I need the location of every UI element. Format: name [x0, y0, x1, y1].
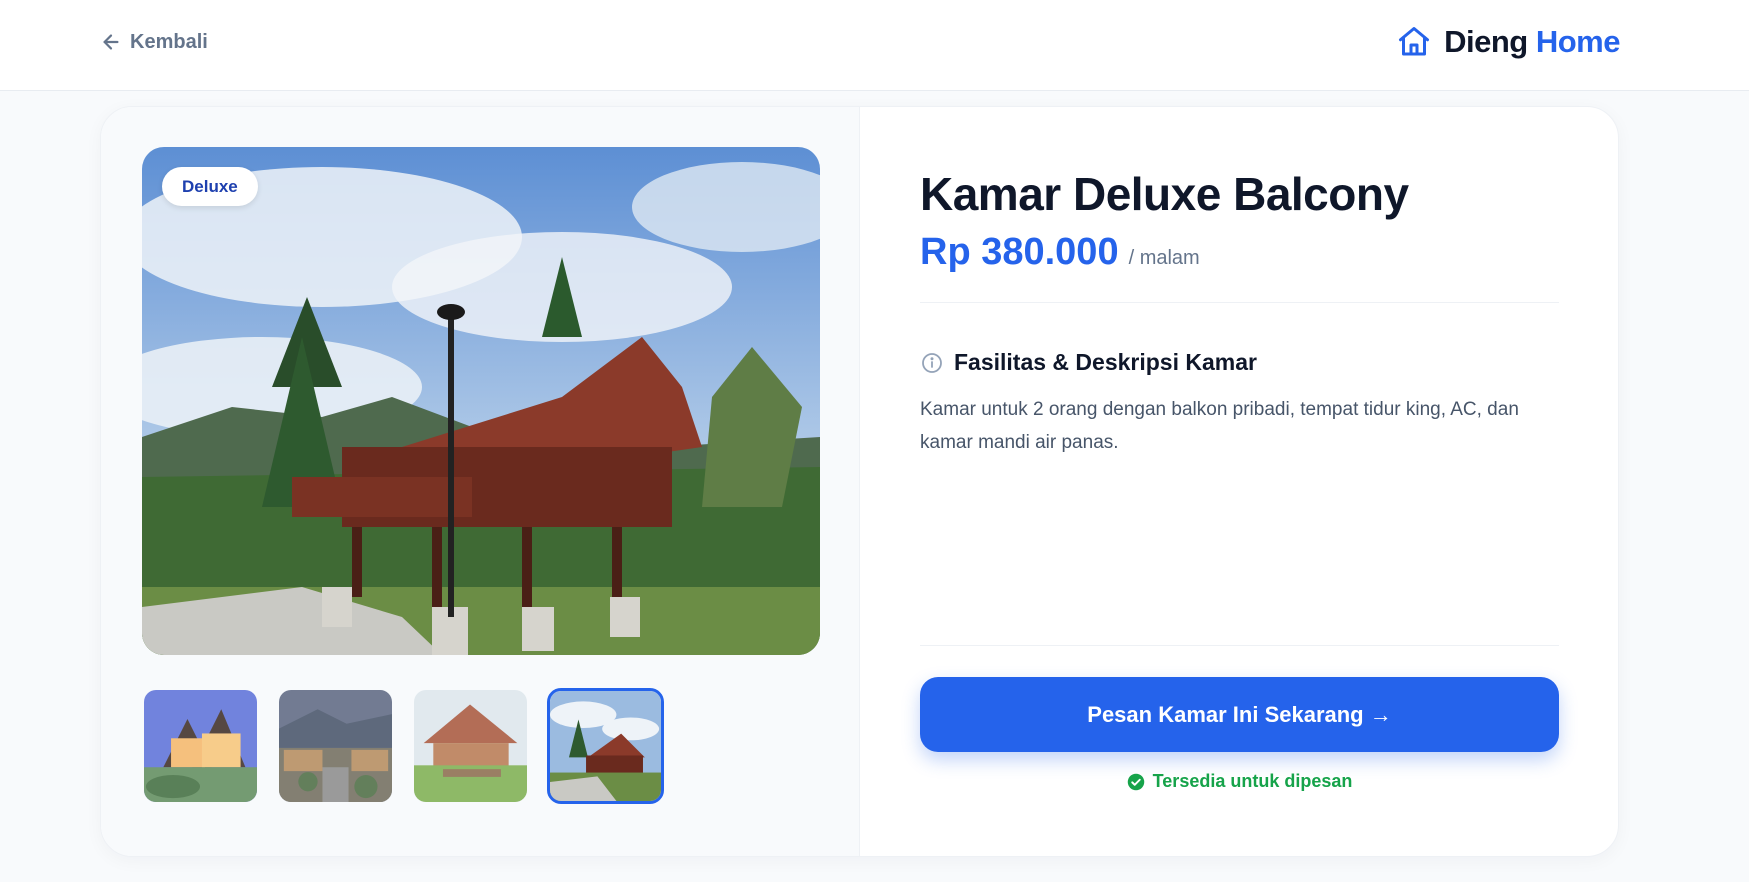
back-label: Kembali: [130, 30, 208, 53]
info-circle-icon: [922, 352, 942, 373]
thumbnail-image: [550, 691, 661, 801]
facilities-heading: Fasilitas & Deskripsi Kamar: [920, 349, 1257, 376]
room-photo-image: [142, 147, 820, 655]
thumbnail-4[interactable]: [547, 688, 664, 804]
availability-status: Tersedia untuk dipesan: [920, 771, 1559, 792]
divider: [920, 645, 1559, 646]
back-link[interactable]: Kembali: [100, 28, 208, 56]
divider: [920, 302, 1559, 303]
house-icon: [1399, 27, 1430, 56]
section-title: Fasilitas & Deskripsi Kamar: [954, 349, 1257, 375]
room-description: Kamar untuk 2 orang dengan balkon pribad…: [920, 399, 1519, 453]
room-detail-card: Deluxe Kamar Deluxe Balcony Rp 380.000 /…: [100, 106, 1619, 857]
thumbnail-image: [279, 690, 392, 802]
room-price: Rp 380.000: [920, 231, 1119, 273]
room-type-badge: Deluxe: [162, 167, 258, 206]
price-row: Rp 380.000 / malam: [920, 231, 1200, 274]
brand-name-part1: Dieng: [1444, 24, 1528, 59]
check-circle-icon: [1127, 773, 1144, 790]
brand-name-part2: Home: [1535, 24, 1621, 59]
thumbnail-3[interactable]: [412, 688, 529, 804]
room-title: Kamar Deluxe Balcony: [920, 168, 1409, 220]
price-unit: / malam: [1128, 247, 1200, 269]
thumbnail-strip: [142, 688, 664, 804]
gallery-panel: Deluxe: [101, 107, 860, 856]
details-panel: Kamar Deluxe Balcony Rp 380.000 / malam …: [860, 107, 1618, 856]
book-room-button[interactable]: Pesan Kamar Ini Sekarang →: [920, 677, 1559, 752]
thumbnail-1[interactable]: [142, 688, 259, 804]
thumbnail-2[interactable]: [277, 688, 394, 804]
brand-logo[interactable]: Dieng Home: [1396, 22, 1621, 62]
thumbnail-image: [414, 690, 527, 802]
main-room-photo: Deluxe: [142, 147, 820, 655]
arrow-left-icon: [103, 34, 119, 50]
brand-name: Dieng Home: [1444, 24, 1620, 60]
thumbnail-image: [144, 690, 257, 802]
top-header: Kembali Dieng Home: [0, 0, 1749, 91]
availability-text: Tersedia untuk dipesan: [1152, 771, 1353, 791]
